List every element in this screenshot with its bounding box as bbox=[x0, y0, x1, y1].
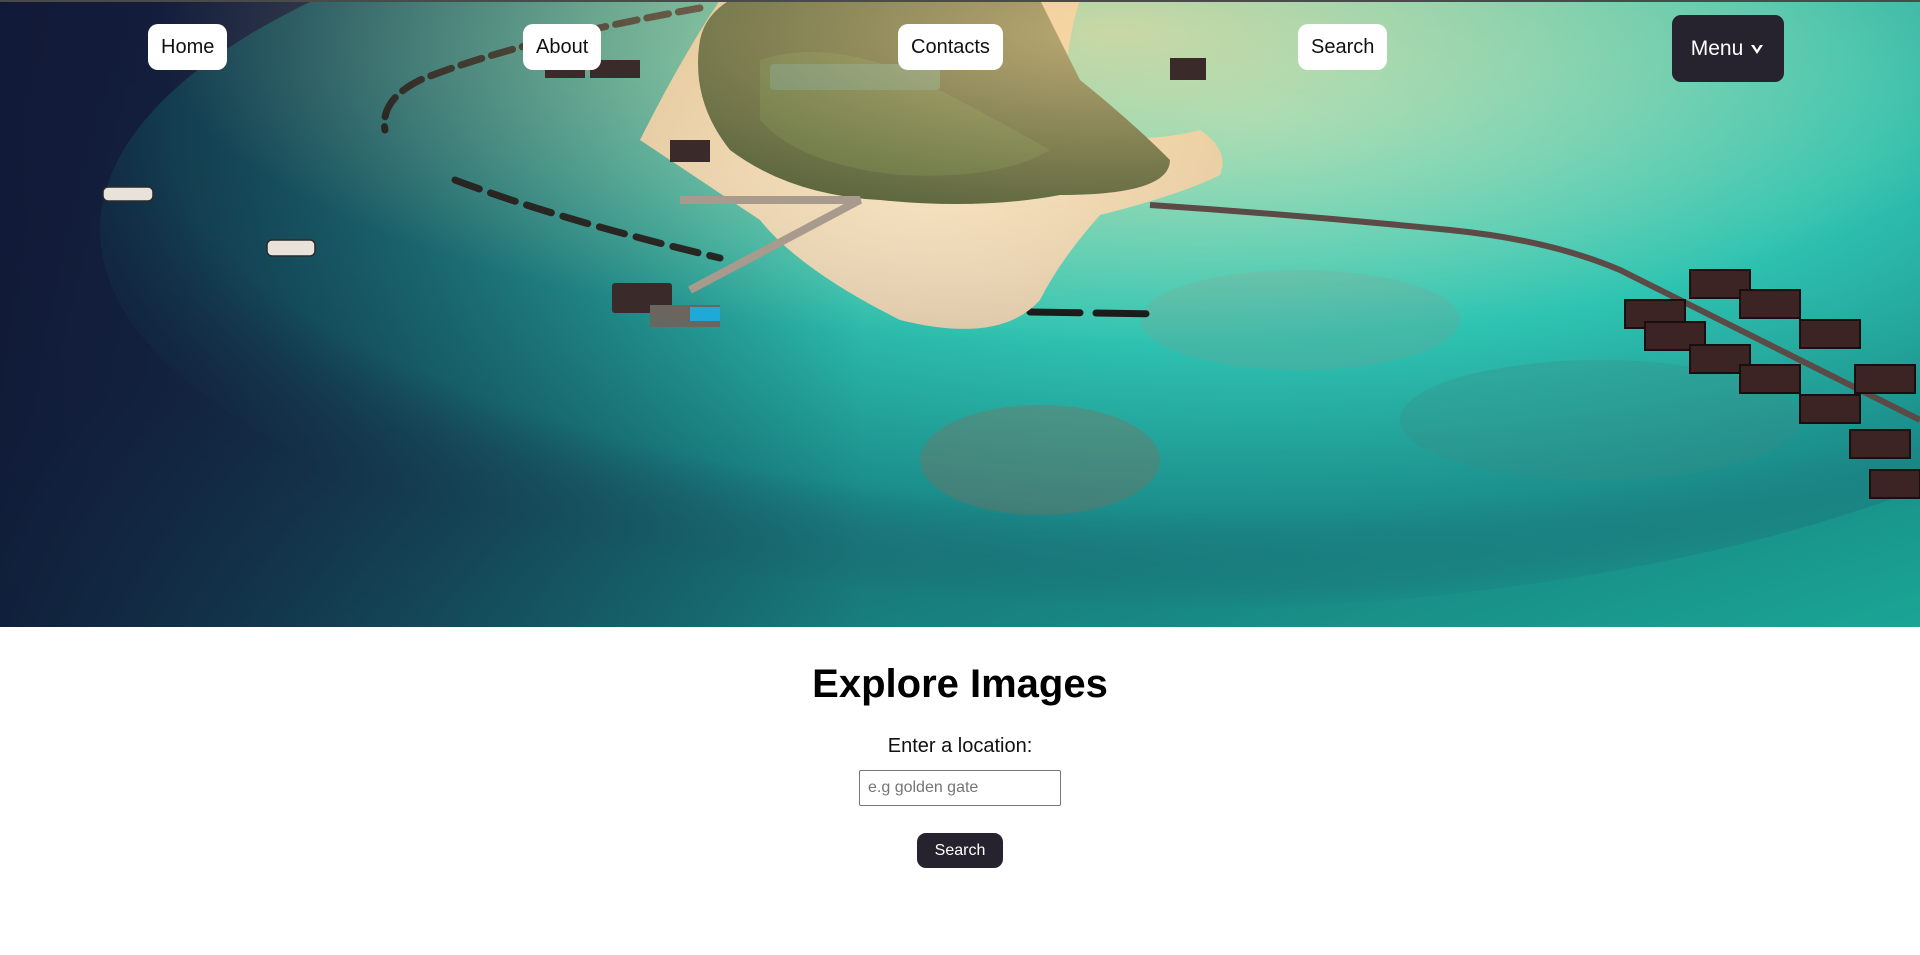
nav-search-link[interactable]: Search bbox=[1298, 24, 1388, 70]
page-title: Explore Images bbox=[812, 662, 1108, 706]
menu-button[interactable]: Menu bbox=[1672, 15, 1784, 82]
menu-label: Menu bbox=[1690, 36, 1744, 60]
nav-contacts-link[interactable]: Contacts bbox=[898, 24, 1003, 70]
nav-home-link[interactable]: Home bbox=[148, 24, 228, 70]
hero-island-illustration bbox=[0, 0, 1920, 627]
location-label: Enter a location: bbox=[887, 735, 1033, 757]
chevron-down-icon bbox=[1749, 42, 1765, 56]
location-input[interactable] bbox=[859, 770, 1061, 806]
nav-about-link[interactable]: About bbox=[523, 24, 602, 70]
search-button[interactable]: Search bbox=[917, 833, 1003, 868]
hero-image bbox=[0, 0, 1920, 627]
